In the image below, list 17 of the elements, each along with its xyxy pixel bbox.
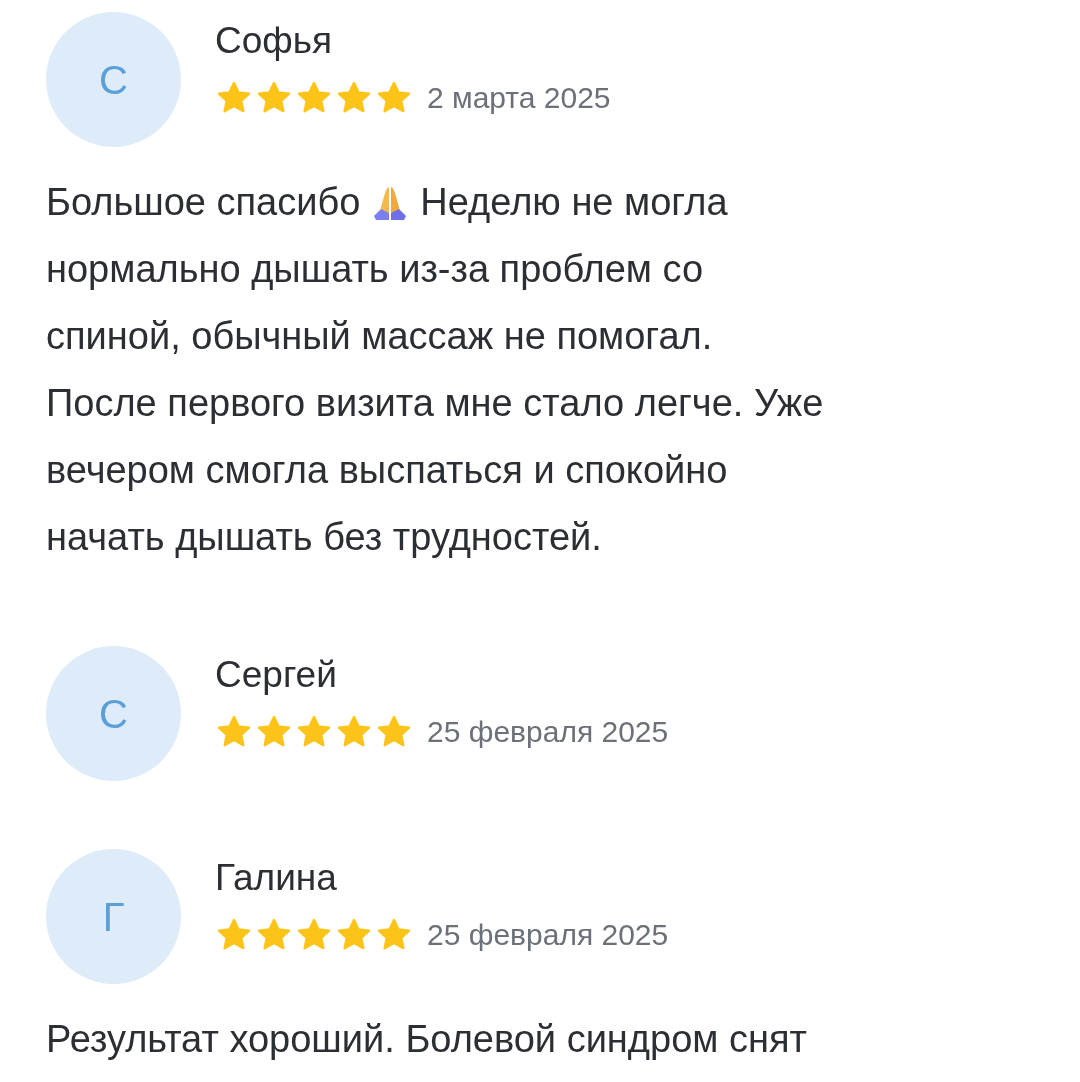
review-text: нормально дышать из-за проблем со: [46, 247, 704, 292]
reviewer-name: Сергей: [215, 653, 338, 697]
avatar-initial: Г: [102, 893, 125, 941]
review-text: Большое спасибо: [46, 180, 361, 225]
review-text: вечером смогла выспаться и спокойно: [46, 448, 728, 493]
review-date: 25 февраля 2025: [427, 714, 669, 750]
review-text: Результат хороший. Болевой синдром снят: [46, 1017, 807, 1062]
review-text: начать дышать без трудностей.: [46, 515, 602, 560]
review-date: 25 февраля 2025: [427, 917, 669, 953]
avatar-initial: С: [99, 690, 128, 738]
review-text: После первого визита мне стало легче. Уже: [46, 381, 824, 426]
reviewer-name: Софья: [215, 19, 334, 63]
avatar-initial: С: [99, 56, 128, 104]
reviewer-name: Галина: [215, 856, 338, 900]
review-text: спиной, обычный массаж не помогал.: [46, 314, 713, 359]
review-date: 2 марта 2025: [427, 80, 611, 116]
review-text: Неделю не могла: [420, 180, 728, 225]
